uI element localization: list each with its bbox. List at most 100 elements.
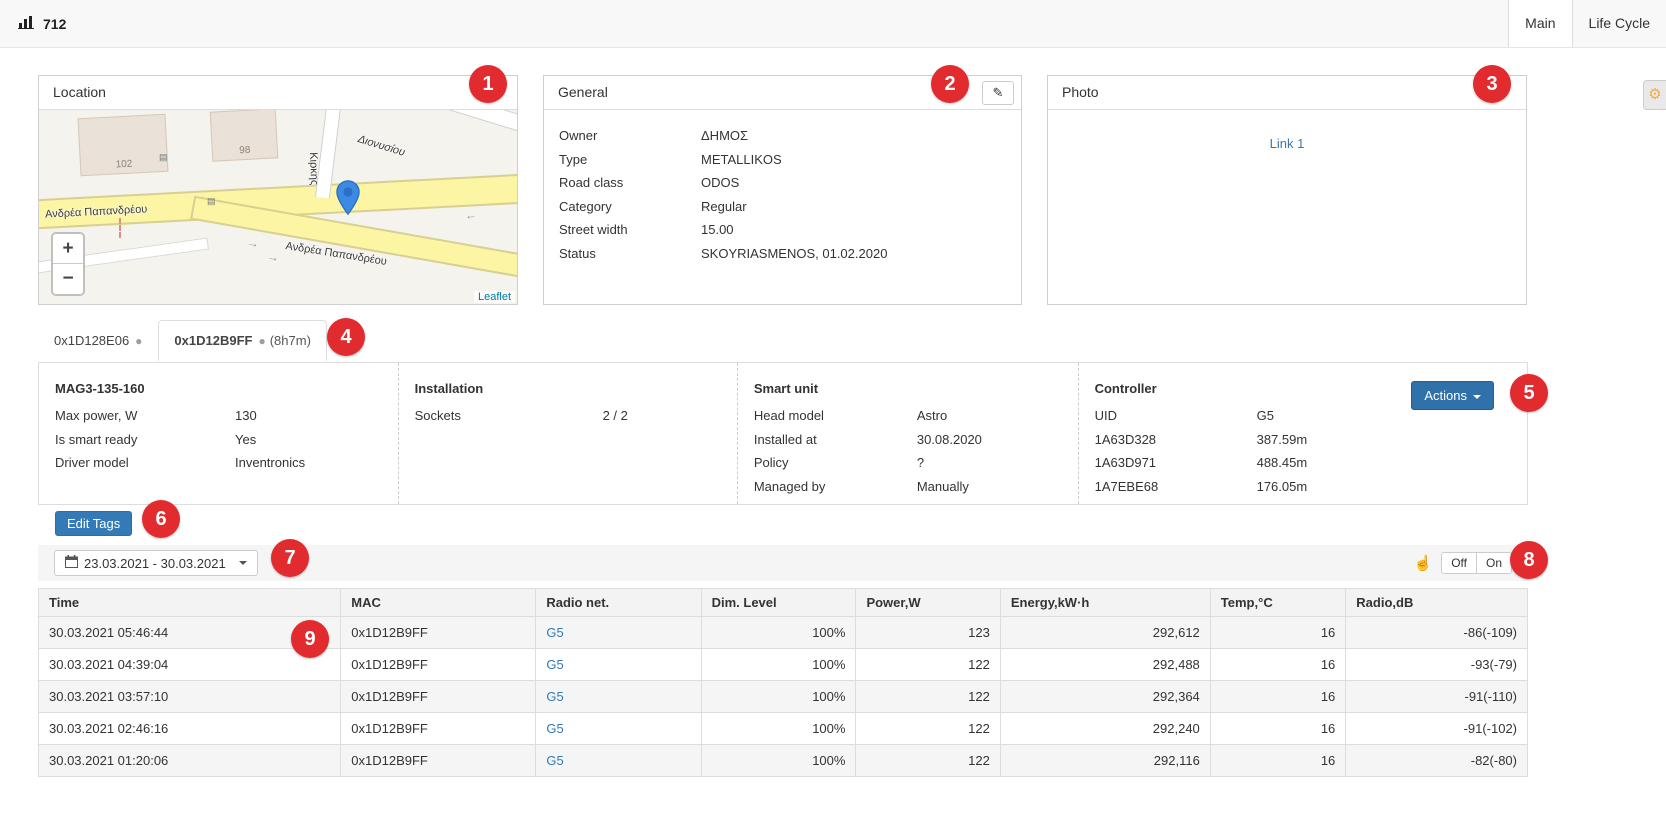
- date-range-picker[interactable]: 23.03.2021 - 30.03.2021: [54, 550, 258, 576]
- location-panel: Location 102 98 ▤ ▤ Ανδρέα Παπανδρέου Δι…: [38, 75, 518, 305]
- actions-dropdown-button[interactable]: Actions: [1411, 381, 1494, 410]
- on-button[interactable]: On: [1476, 552, 1512, 574]
- field-label: Street width: [559, 218, 701, 242]
- field-row: TypeMETALLIKOS: [559, 148, 1006, 172]
- radio-net-link[interactable]: G5: [546, 721, 563, 736]
- field-value: ODOS: [701, 171, 739, 195]
- info-label: UID: [1095, 404, 1257, 428]
- column-title: Smart unit: [754, 377, 1062, 400]
- cell-radio-db: -91(-110): [1346, 681, 1528, 713]
- table-header-row: Time MAC Radio net. Dim. Level Power,W E…: [39, 589, 1528, 617]
- field-value: Regular: [701, 195, 747, 219]
- cell-temp: 16: [1210, 649, 1345, 681]
- telemetry-table: Time MAC Radio net. Dim. Level Power,W E…: [38, 588, 1528, 777]
- leaflet-attribution[interactable]: Leaflet: [474, 291, 515, 303]
- info-value: 2 / 2: [603, 404, 628, 428]
- cell-radio-net: G5: [536, 681, 701, 713]
- cell-mac: 0x1D12B9FF: [341, 681, 536, 713]
- cell-time: 30.03.2021 04:39:04: [39, 649, 341, 681]
- cell-radio-db: -82(-80): [1346, 745, 1528, 777]
- building-icon: ▤: [159, 152, 168, 163]
- caret-down-icon: [1473, 395, 1481, 399]
- radio-net-link[interactable]: G5: [546, 753, 563, 768]
- info-value: ?: [917, 451, 924, 475]
- radio-net-link[interactable]: G5: [546, 625, 563, 640]
- header-radio-db: Radio,dB: [1346, 589, 1528, 617]
- cell-dim-level: 100%: [701, 745, 856, 777]
- device-tab-2[interactable]: 0x1D12B9FF●(8h7m): [158, 320, 326, 361]
- device-tabs: 0x1D128E06● 0x1D12B9FF●(8h7m): [38, 320, 327, 360]
- info-label: Managed by: [754, 475, 917, 499]
- pointer-icon: ☝: [1414, 554, 1433, 572]
- table-toolbar: 23.03.2021 - 30.03.2021 ☝ Off On: [38, 545, 1528, 581]
- radio-net-link[interactable]: G5: [546, 689, 563, 704]
- column-title: MAG3-135-160: [55, 377, 382, 400]
- edit-tags-button[interactable]: Edit Tags: [55, 511, 132, 536]
- field-row: Road classODOS: [559, 171, 1006, 195]
- street-label: Διονυσίου: [356, 133, 406, 159]
- field-label: Road class: [559, 171, 701, 195]
- info-label: Is smart ready: [55, 428, 235, 452]
- settings-gear-tab[interactable]: ⚙: [1643, 80, 1666, 110]
- info-value: Astro: [917, 404, 947, 428]
- top-tabs: Main Life Cycle: [1508, 0, 1666, 47]
- info-value: 30.08.2020: [917, 428, 982, 452]
- device-info-panel: MAG3-135-160 Max power, W130 Is smart re…: [38, 362, 1528, 505]
- map-marker-icon[interactable]: [336, 180, 360, 218]
- cell-mac: 0x1D12B9FF: [341, 745, 536, 777]
- device-tab-1[interactable]: 0x1D128E06●: [38, 320, 158, 360]
- date-range-label: 23.03.2021 - 30.03.2021: [84, 556, 226, 571]
- field-row: Street width15.00: [559, 218, 1006, 242]
- photo-panel: Photo Link 1: [1047, 75, 1527, 305]
- field-row: StatusSKOYRIASMENOS, 01.02.2020: [559, 242, 1006, 266]
- field-value: ΔΗΜΟΣ: [701, 124, 748, 148]
- cell-temp: 16: [1210, 713, 1345, 745]
- device-counter: 712: [43, 16, 66, 32]
- annotation-badge-6: 6: [142, 500, 180, 538]
- cell-power: 122: [856, 745, 1000, 777]
- tab-life-cycle[interactable]: Life Cycle: [1573, 0, 1666, 47]
- cell-dim-level: 100%: [701, 681, 856, 713]
- one-way-arrow-icon: ←: [465, 208, 478, 223]
- device-info-column-model: MAG3-135-160 Max power, W130 Is smart re…: [39, 363, 398, 504]
- off-button[interactable]: Off: [1441, 552, 1477, 574]
- info-value: Inventronics: [235, 451, 305, 475]
- header-time: Time: [39, 589, 341, 617]
- map[interactable]: 102 98 ▤ ▤ Ανδρέα Παπανδρέου Διονυσίου Κ…: [39, 110, 517, 304]
- cell-radio-db: -91(-102): [1346, 713, 1528, 745]
- edit-general-button[interactable]: ✎: [982, 81, 1014, 105]
- zoom-in-button[interactable]: +: [53, 234, 83, 264]
- field-value: SKOYRIASMENOS, 01.02.2020: [701, 242, 887, 266]
- cell-dim-level: 100%: [701, 713, 856, 745]
- general-panel: General ✎ OwnerΔΗΜΟΣ TypeMETALLIKOS Road…: [543, 75, 1022, 305]
- caret-down-icon: [239, 561, 247, 565]
- annotation-badge-8: 8: [1510, 541, 1548, 579]
- info-label: Sockets: [415, 404, 603, 428]
- building-icon: ▤: [207, 196, 216, 207]
- field-value: METALLIKOS: [701, 148, 782, 172]
- info-label: Max power, W: [55, 404, 235, 428]
- info-value: 176.05m: [1257, 475, 1308, 499]
- zoom-out-button[interactable]: −: [53, 264, 83, 294]
- photo-link[interactable]: Link 1: [1270, 136, 1305, 151]
- cell-mac: 0x1D12B9FF: [341, 713, 536, 745]
- crossing-mark: [119, 218, 121, 238]
- status-dot-icon: ●: [135, 334, 142, 348]
- cell-radio-net: G5: [536, 745, 701, 777]
- cell-radio-db: -86(-109): [1346, 617, 1528, 649]
- cell-dim-level: 100%: [701, 649, 856, 681]
- radio-net-link[interactable]: G5: [546, 657, 563, 672]
- device-uptime: (8h7m): [270, 333, 311, 348]
- annotation-badge-4: 4: [327, 318, 365, 356]
- map-zoom-controls: + −: [51, 232, 85, 296]
- one-way-arrow-icon: →: [266, 249, 280, 265]
- cell-radio-net: G5: [536, 649, 701, 681]
- cell-time: 30.03.2021 03:57:10: [39, 681, 341, 713]
- device-info-column-installation: Installation Sockets2 / 2: [398, 363, 737, 504]
- info-label: 1A7EBE68: [1095, 475, 1257, 499]
- tab-main[interactable]: Main: [1508, 0, 1572, 47]
- info-label: 1A63D328: [1095, 428, 1257, 452]
- column-title: Installation: [415, 377, 721, 400]
- info-value: 387.59m: [1257, 428, 1308, 452]
- device-tab-label: 0x1D12B9FF: [174, 333, 252, 348]
